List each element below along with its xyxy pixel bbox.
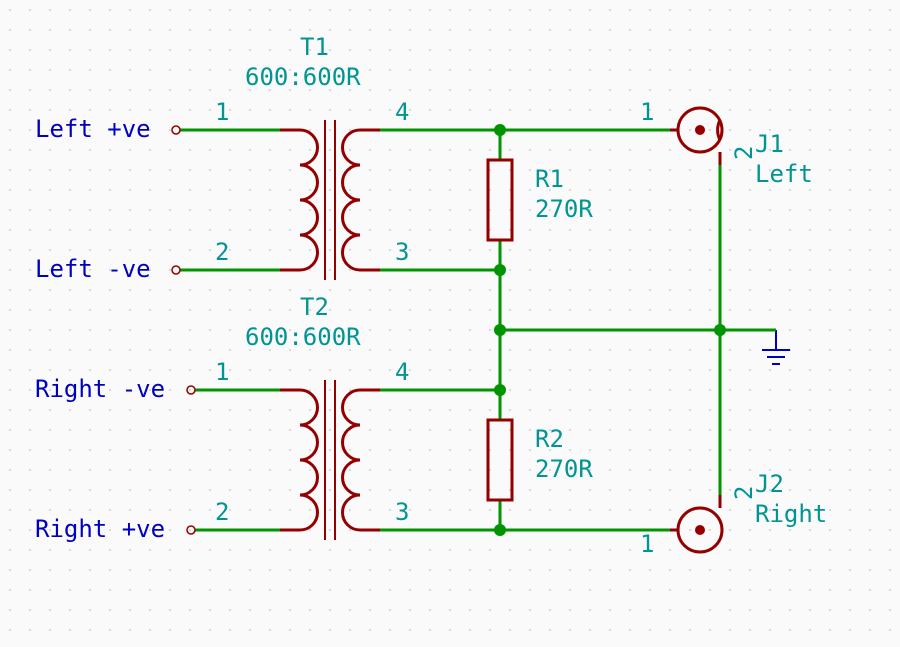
t1-ref: T1 (300, 33, 329, 61)
netlabel-left-neg: Left -ve (35, 255, 151, 283)
j2-pin1: 1 (640, 530, 654, 558)
j1-pin1: 1 (640, 98, 654, 126)
t2-ref: T2 (300, 293, 329, 321)
j1-value: Left (755, 160, 813, 188)
component-r2 (488, 420, 512, 500)
j2-ref: J2 (755, 470, 784, 498)
component-t2 (280, 380, 380, 540)
j1-pin2: 2 (730, 146, 758, 160)
t2-pin3: 3 (395, 498, 409, 526)
netlabel-left-pos: Left +ve (35, 115, 151, 143)
component-j2 (670, 495, 722, 552)
j2-pin2: 2 (730, 486, 758, 500)
component-r1 (488, 160, 512, 240)
netlabel-right-pos: Right +ve (35, 515, 165, 543)
r2-ref: R2 (535, 425, 564, 453)
r2-value: 270R (535, 455, 593, 483)
j2-value: Right (755, 500, 827, 528)
t1-pin1: 1 (215, 98, 229, 126)
t1-pin4: 4 (395, 98, 409, 126)
t2-pin1: 1 (215, 358, 229, 386)
netlabel-right-neg: Right -ve (35, 375, 165, 403)
t2-pin2: 2 (215, 498, 229, 526)
r1-ref: R1 (535, 165, 564, 193)
t2-pin4: 4 (395, 358, 409, 386)
t2-value: 600:600R (245, 323, 361, 351)
r1-value: 270R (535, 195, 593, 223)
component-t1 (280, 120, 380, 280)
component-j1 (670, 108, 722, 165)
ground-symbol (720, 330, 790, 364)
t1-pin3: 3 (395, 238, 409, 266)
t1-pin2: 2 (215, 238, 229, 266)
t1-value: 600:600R (245, 63, 361, 91)
schematic-canvas (0, 0, 900, 647)
j1-ref: J1 (755, 130, 784, 158)
